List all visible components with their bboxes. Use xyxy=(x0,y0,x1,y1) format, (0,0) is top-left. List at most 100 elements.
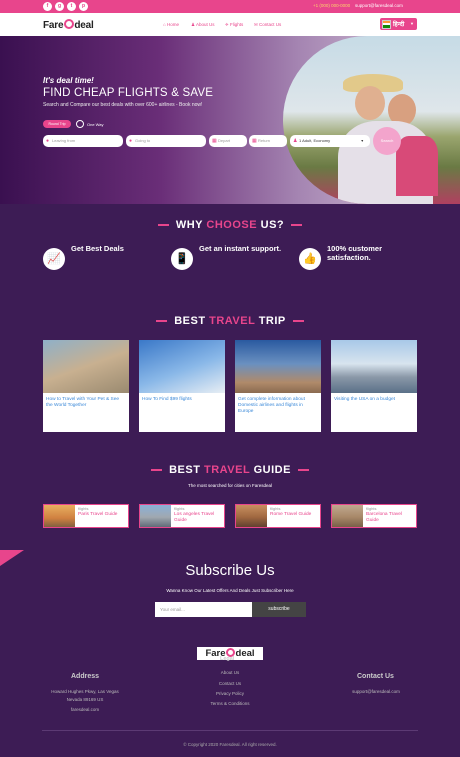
trip-card[interactable]: Visiting the USA on a budget xyxy=(331,340,417,432)
language-label: हिन्दी xyxy=(393,22,405,28)
travellers-select[interactable]: ♟ 1 Adult, Economy ▼ xyxy=(290,135,370,147)
nav-flights[interactable]: ✈ Flights xyxy=(225,22,243,28)
nav-about-label: About Us xyxy=(196,22,215,27)
footer-contact-email[interactable]: support@faresdeal.com xyxy=(333,689,419,694)
trip-card-title[interactable]: How to Travel with Your Pet & See the Wo… xyxy=(46,397,126,409)
one-way-label: One Way xyxy=(87,122,104,127)
subscribe-button[interactable]: subscribe xyxy=(252,602,306,617)
why-item-support: Get an instant support. xyxy=(199,244,282,253)
nav-contact[interactable]: ✉ Contact Us xyxy=(254,22,281,28)
googleplus-icon[interactable]: g xyxy=(55,2,64,11)
going-to-input[interactable]: ● Going to xyxy=(126,135,206,147)
title-dash xyxy=(292,320,304,323)
face-shape xyxy=(355,86,385,120)
facebook-icon[interactable]: f xyxy=(43,2,52,11)
leaving-from-input[interactable]: ● Leaving from xyxy=(43,135,123,147)
nav-about[interactable]: ♟ About Us xyxy=(191,22,215,28)
trip-card-title[interactable]: Get complete information about Domestic … xyxy=(238,397,318,416)
nav-home-label: Home xyxy=(166,22,179,27)
guide-title[interactable]: Los angeles Travel Guide xyxy=(174,512,224,524)
footer-contact-heading: Contact Us xyxy=(357,673,394,680)
best-trip-title: BEST TRAVEL TRIP xyxy=(0,315,460,327)
calendar-icon: ▦ xyxy=(212,138,217,144)
why-title-a: WHY xyxy=(175,219,203,231)
los-angeles-image xyxy=(140,505,171,527)
footer-terms-link[interactable]: Terms & Conditions xyxy=(186,701,274,706)
top-bar: f g t p +1 (000) 000-0000 support@faresd… xyxy=(0,0,460,13)
guide-label: flights xyxy=(366,506,377,511)
copyright-text: © Copyright 2020 Faresdeal. All right re… xyxy=(183,742,277,747)
hero-subtitle: It's deal time! xyxy=(43,76,94,85)
why-title-c: US? xyxy=(260,219,285,231)
trip-title-a: BEST xyxy=(174,315,206,327)
return-date-input[interactable]: ▦ Return xyxy=(249,135,287,147)
rome-image xyxy=(236,505,267,527)
top-email[interactable]: support@faresdeal.com xyxy=(355,3,403,8)
footer-divider xyxy=(42,730,418,731)
subscribe-email-input[interactable]: Your email... xyxy=(155,602,252,617)
site-logo[interactable]: Fare deal xyxy=(43,19,94,31)
guide-title[interactable]: Barcelona Travel Guide xyxy=(366,512,416,524)
hero-photo xyxy=(283,36,460,204)
hero-description: Search and Compare our best deals with o… xyxy=(43,102,203,108)
footer-about-link[interactable]: About Us xyxy=(186,670,274,675)
footer-logo-deal: deal xyxy=(235,648,255,659)
round-trip-toggle[interactable]: Round Trip xyxy=(43,120,71,128)
footer-address-line: Howard Hughes Pkwy, Las Vegas xyxy=(51,689,119,694)
pinterest-icon[interactable]: p xyxy=(79,2,88,11)
trip-card-title[interactable]: Visiting the USA on a budget xyxy=(334,397,414,403)
trip-card-title[interactable]: How To Find $99 flights xyxy=(142,397,222,403)
trip-card[interactable]: How to Travel with Your Pet & See the Wo… xyxy=(43,340,129,432)
leaving-placeholder: Leaving from xyxy=(52,138,76,143)
guide-title[interactable]: Paris Travel Guide xyxy=(78,512,128,518)
dog-image xyxy=(43,340,129,393)
footer-address-heading: Address xyxy=(71,673,100,680)
one-way-radio[interactable] xyxy=(76,120,84,128)
location-pin-icon: ● xyxy=(46,138,50,144)
title-dash xyxy=(156,320,168,323)
logo-o-icon xyxy=(63,19,74,29)
chevron-down-icon: ▼ xyxy=(360,139,364,143)
nav-flights-label: Flights xyxy=(230,22,244,27)
title-dash xyxy=(291,224,303,227)
chevron-down-icon: ▼ xyxy=(410,21,414,26)
hero-title: FIND CHEAP FLIGHTS & SAVE xyxy=(43,87,214,99)
footer-contact-link[interactable]: Contact Us xyxy=(186,681,274,686)
nav-contact-label: Contact Us xyxy=(259,22,282,27)
guide-card[interactable]: flights Paris Travel Guide xyxy=(43,504,129,528)
guide-title[interactable]: Rome Travel Guide xyxy=(270,512,320,518)
airplane-wing-image xyxy=(139,340,225,393)
footer-website[interactable]: faresdeal.com xyxy=(42,707,128,712)
guide-title-b: TRAVEL xyxy=(204,464,250,476)
logo-text-fare: Fare xyxy=(43,20,64,31)
guide-subtitle: The most searched for cities on Faresdea… xyxy=(187,483,273,488)
paris-image xyxy=(44,505,75,527)
why-choose-title: WHY CHOOSE US? xyxy=(0,219,460,231)
nav-home[interactable]: ⌂ Home xyxy=(163,22,179,27)
guide-label: flights xyxy=(174,506,185,511)
why-item-satisfaction: 100% customer satisfaction. xyxy=(327,244,383,262)
bag-shape xyxy=(396,136,438,196)
trip-card[interactable]: Get complete information about Domestic … xyxy=(235,340,321,432)
language-selector[interactable]: हिन्दी ▼ xyxy=(380,18,417,30)
barcelona-image xyxy=(332,505,363,527)
best-guide-title: BEST TRAVEL GUIDE xyxy=(0,464,460,476)
airplane-landing-image xyxy=(235,340,321,393)
trip-title-b: TRAVEL xyxy=(209,315,256,327)
travellers-value: 1 Adult, Economy xyxy=(299,138,331,143)
footer-privacy-link[interactable]: Privacy Policy xyxy=(186,691,274,696)
guide-card[interactable]: flights Barcelona Travel Guide xyxy=(331,504,417,528)
city-skyline-image xyxy=(331,340,417,393)
top-phone[interactable]: +1 (000) 000-0000 xyxy=(313,3,350,8)
subscribe-description: Wanna Know Our Latest Offers And Deals J… xyxy=(166,588,294,593)
depart-date-input[interactable]: ▦ Depart xyxy=(209,135,247,147)
footer-address-line: Nevada 89169 US xyxy=(66,697,104,702)
trip-title-c: TRIP xyxy=(258,315,286,327)
phone-icon: 📱 xyxy=(171,248,193,270)
depart-placeholder: Depart xyxy=(218,138,231,143)
guide-card[interactable]: flights Rome Travel Guide xyxy=(235,504,321,528)
search-button[interactable]: Search xyxy=(373,127,401,155)
trip-card[interactable]: How To Find $99 flights xyxy=(139,340,225,432)
twitter-icon[interactable]: t xyxy=(67,2,76,11)
guide-card[interactable]: flights Los angeles Travel Guide xyxy=(139,504,225,528)
